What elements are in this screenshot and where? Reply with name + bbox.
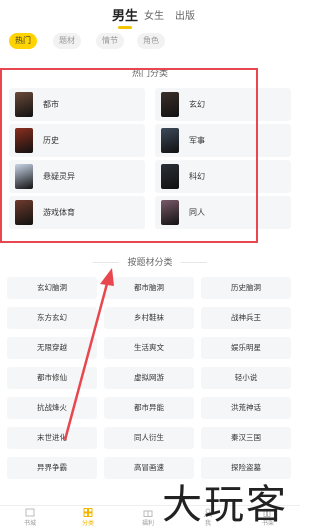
grid-icon xyxy=(83,508,93,517)
bookstore-icon xyxy=(25,508,35,517)
nav-bookstore[interactable]: 书城 xyxy=(10,508,50,527)
watermark: 大玩客 xyxy=(162,482,288,528)
nav-category[interactable]: 分类 xyxy=(68,508,108,527)
nav-category-label: 分类 xyxy=(81,520,94,527)
annotation-arrow xyxy=(63,268,114,441)
nav-bookstore-label: 书城 xyxy=(23,520,36,527)
